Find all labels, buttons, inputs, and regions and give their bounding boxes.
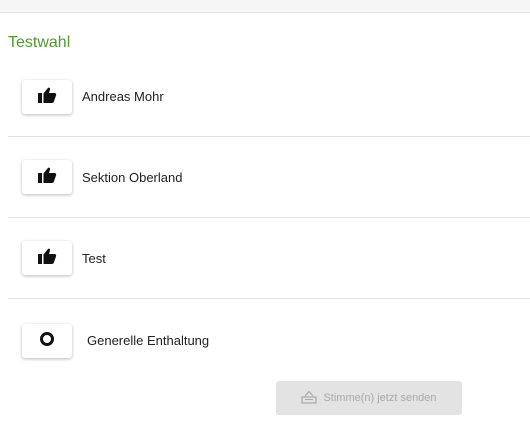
ballot-option-row: Generelle Enthaltung [0, 300, 530, 380]
option-label: Andreas Mohr [82, 89, 164, 104]
divider [8, 136, 530, 137]
thumbs-up-icon [37, 86, 57, 109]
divider [8, 298, 530, 299]
ballot-title: Testwahl [8, 34, 71, 51]
option-label: Generelle Enthaltung [87, 333, 210, 348]
ballot-option-row: Sektion Oberland [0, 138, 530, 218]
option-label: Sektion Oberland [82, 170, 183, 185]
ballot-option-row: Test [0, 219, 530, 299]
circle-outline-icon [39, 331, 55, 352]
vote-button-test[interactable] [22, 241, 72, 275]
vote-button-andreas-mohr[interactable] [22, 80, 72, 114]
ballot-box-icon [301, 390, 318, 407]
option-label: Test [82, 251, 106, 266]
vote-button-sektion-oberland[interactable] [22, 160, 72, 194]
abstain-button[interactable] [22, 324, 72, 358]
thumbs-up-icon [37, 166, 57, 189]
ballot-option-row: Andreas Mohr [0, 57, 530, 137]
submit-votes-label: Stimme(n) jetzt senden [323, 392, 437, 404]
top-strip [0, 0, 530, 13]
divider [8, 217, 530, 218]
thumbs-up-icon [37, 247, 57, 270]
submit-votes-button[interactable]: Stimme(n) jetzt senden [276, 381, 462, 415]
